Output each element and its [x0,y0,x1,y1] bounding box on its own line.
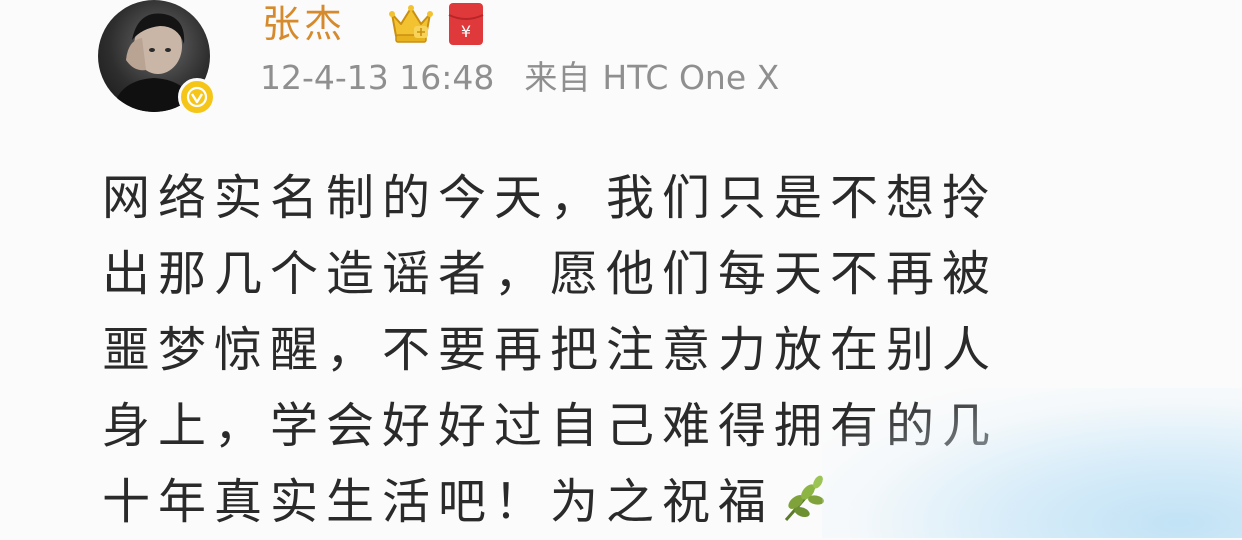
vip-crown-icon[interactable] [388,2,434,46]
username[interactable]: 张杰 [262,2,346,46]
content-line: 噩梦惊醒，不要再把注意力放在别人 [102,322,999,378]
content-line: 网络实名制的今天，我们只是不想拎 [102,170,999,226]
post-meta: 12-4-13 16:48 来自 HTC One X [260,58,779,98]
content-line: 出那几个造谣者，愿他们每天不再被 [102,246,999,302]
verified-badge-icon [178,78,216,116]
red-packet-icon[interactable]: ¥ [447,1,485,47]
post-timestamp[interactable]: 12-4-13 16:48 [260,58,494,98]
content-line: 身上，学会好好过自己难得拥有的几 [102,398,999,454]
content-line-text: 十年真实生活吧！为之祝福 [102,474,775,530]
weibo-post: 张杰 ¥ 12-4-13 16:48 来自 HTC One X 网络实名制的今天，我… [0,0,1242,538]
post-content: 网络实名制的今天，我们只是不想拎 出那几个造谣者，愿他们每天不再被 噩梦惊醒，不… [102,160,1142,540]
content-line-last: 十年真实生活吧！为之祝福 [102,464,1142,540]
source-device[interactable]: HTC One X [602,58,779,98]
source-prefix: 来自 [524,58,591,97]
plant-emoji-icon [784,475,824,521]
svg-text:¥: ¥ [461,22,471,41]
